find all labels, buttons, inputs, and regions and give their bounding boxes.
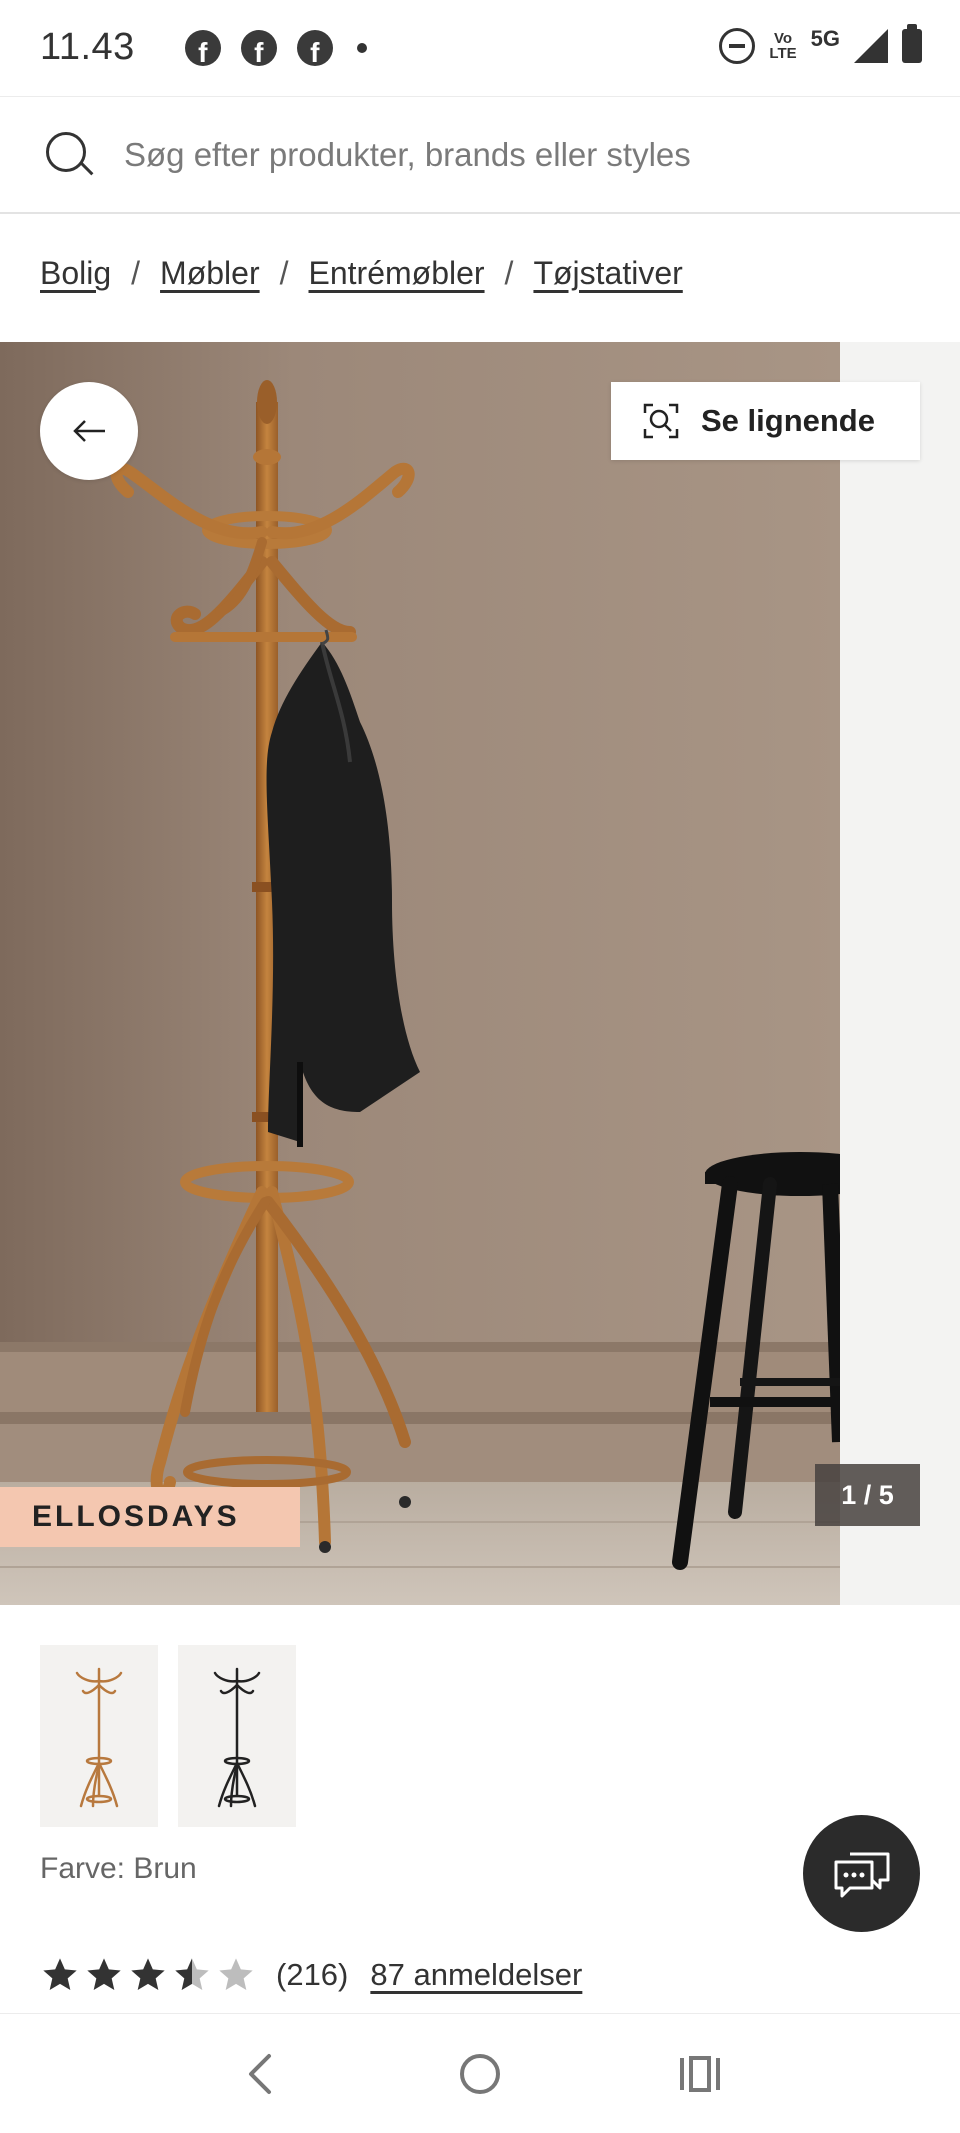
arrow-left-icon xyxy=(73,420,105,442)
visual-search-icon xyxy=(643,403,679,439)
see-similar-button[interactable]: Se lignende xyxy=(611,382,920,460)
color-variant-thumbnails xyxy=(40,1645,296,1827)
coat-rack-photo xyxy=(0,342,840,1605)
product-rating: (216) 87 anmeldelser xyxy=(40,1955,582,1995)
volte-indicator: Vo LTE xyxy=(769,30,797,62)
star-empty-icon xyxy=(219,1958,253,1990)
nav-recents-button[interactable] xyxy=(670,2044,730,2104)
rating-stars xyxy=(40,1955,256,1995)
system-navigation-bar xyxy=(0,2013,960,2133)
breadcrumb-link-entremobler[interactable]: Entrémøbler xyxy=(309,255,485,292)
breadcrumb-link-bolig[interactable]: Bolig xyxy=(40,255,111,292)
promo-badge: ELLOSDAYS xyxy=(0,1487,300,1547)
reviews-link[interactable]: 87 anmeldelser xyxy=(370,1957,582,1993)
product-image-gallery[interactable]: Se lignende ELLOSDAYS 1 / 5 xyxy=(0,342,960,1605)
search-input[interactable] xyxy=(124,135,884,174)
status-bar: 11.43 f f f Vo LTE 5G xyxy=(0,0,960,95)
star-half-icon xyxy=(175,1958,209,1990)
thumbnail-black[interactable] xyxy=(178,1645,296,1827)
facebook-icon: f xyxy=(184,29,221,66)
battery-icon xyxy=(902,24,922,63)
star-filled-icon xyxy=(43,1958,77,1990)
status-time: 11.43 xyxy=(40,26,135,68)
breadcrumb-separator: / xyxy=(504,255,514,291)
chat-button[interactable] xyxy=(803,1815,920,1932)
breadcrumb: Bolig / Møbler / Entrémøbler / Tøjstativ… xyxy=(40,255,683,292)
breadcrumb-separator: / xyxy=(131,255,141,291)
coat-rack-brown-thumb xyxy=(75,1667,123,1808)
breadcrumb-link-mobler[interactable]: Møbler xyxy=(160,255,260,292)
chat-icon xyxy=(834,1852,889,1897)
more-notifications-dot-icon xyxy=(356,42,367,53)
notification-icons: f f f xyxy=(184,29,367,66)
home-circle-icon xyxy=(460,2053,500,2094)
chevron-left-icon xyxy=(249,2053,271,2094)
back-button[interactable] xyxy=(40,382,138,480)
search-icon[interactable] xyxy=(44,130,94,180)
star-filled-icon xyxy=(131,1958,165,1990)
product-photo[interactable] xyxy=(0,342,840,1605)
network-type-label: 5G xyxy=(810,26,840,51)
breadcrumb-separator: / xyxy=(279,255,289,291)
coat-rack-black-thumb xyxy=(213,1667,261,1808)
facebook-icon: f xyxy=(240,29,277,66)
breadcrumb-link-tojstativer[interactable]: Tøjstativer xyxy=(533,255,682,292)
signal-strength-icon xyxy=(854,29,888,63)
star-filled-icon xyxy=(87,1958,121,1990)
thumbnail-brown[interactable] xyxy=(40,1645,158,1827)
image-counter: 1 / 5 xyxy=(815,1464,920,1526)
recent-apps-icon xyxy=(680,2055,720,2092)
nav-home-button[interactable] xyxy=(450,2044,510,2104)
next-photo-preview[interactable] xyxy=(840,342,960,1605)
facebook-icon: f xyxy=(296,29,333,66)
see-similar-label: Se lignende xyxy=(701,403,875,438)
do-not-disturb-icon xyxy=(719,28,756,64)
rating-count: (216) xyxy=(276,1957,349,1992)
system-status-icons: Vo LTE 5G xyxy=(719,24,922,64)
nav-back-button[interactable] xyxy=(230,2044,290,2104)
search-bar[interactable] xyxy=(0,96,960,214)
selected-color-label: Farve: Brun xyxy=(40,1852,197,1885)
